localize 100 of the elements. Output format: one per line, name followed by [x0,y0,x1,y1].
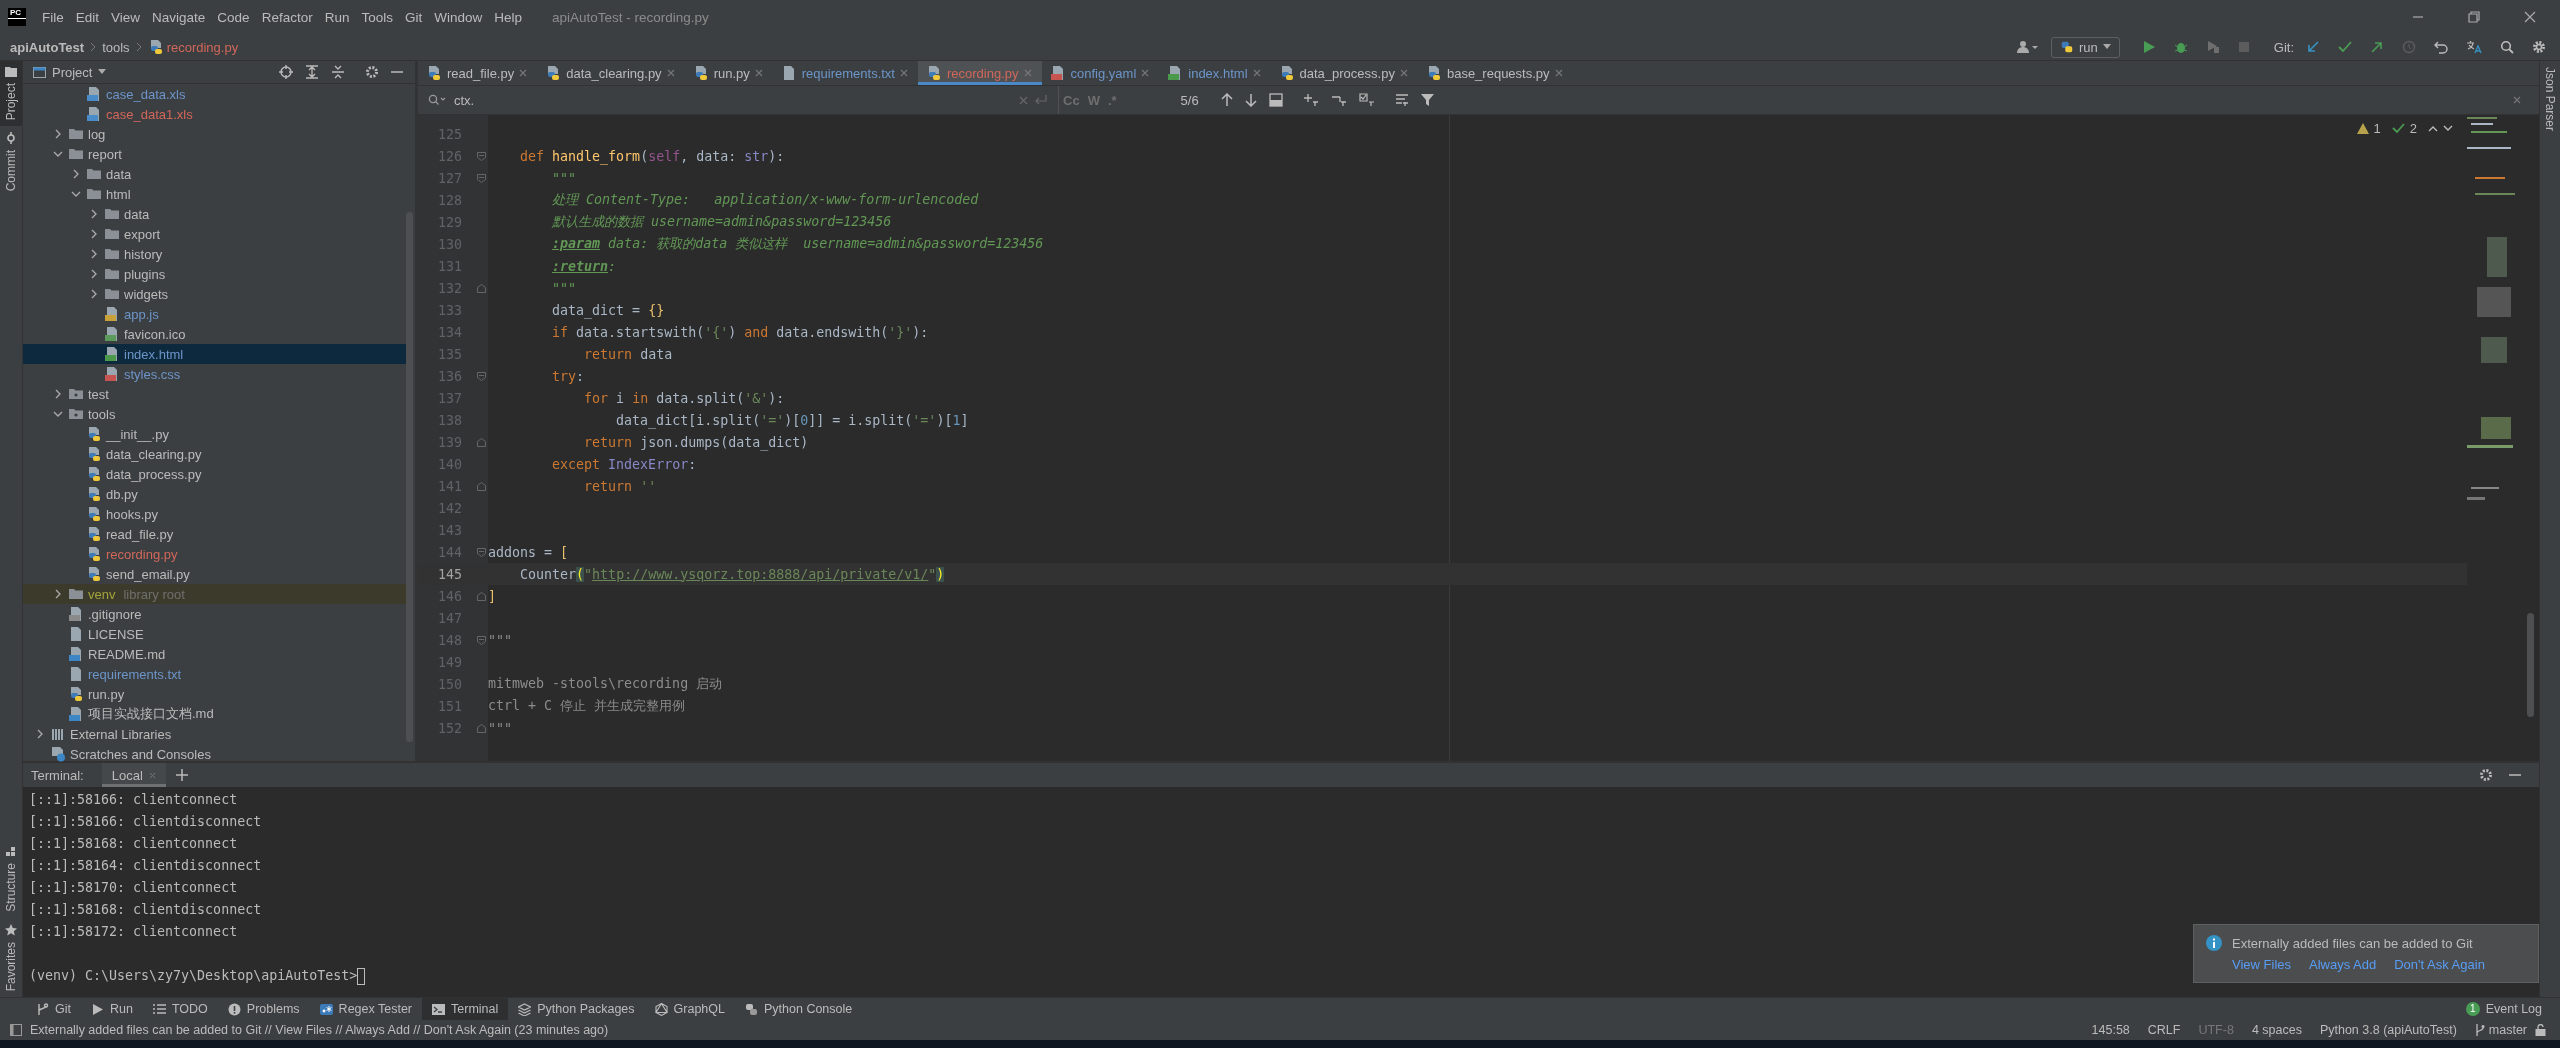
notification-link[interactable]: Don't Ask Again [2394,957,2485,972]
tree-item[interactable]: recording.py [23,544,406,564]
status-item[interactable]: CRLF [2147,1023,2181,1037]
editor-tab[interactable]: base_requests.py [1417,61,1573,85]
close-icon[interactable] [1141,69,1150,77]
tool-window-button[interactable]: Terminal [422,998,509,1020]
tree-item[interactable]: run.py [23,684,406,704]
tree-item[interactable]: hooks.py [23,504,406,524]
tree-item[interactable]: report [23,144,406,164]
chevron-icon[interactable] [89,289,99,299]
tool-window-tab[interactable]: Commit [0,126,22,198]
tree-item[interactable]: 项目实战接口文档.md [23,704,406,724]
close-icon[interactable] [899,69,908,77]
chevron-icon[interactable] [53,409,63,419]
chevron-icon[interactable] [53,389,63,399]
arrow-icon[interactable] [2370,40,2384,54]
tree-item[interactable]: LICENSE [23,624,406,644]
menu-item[interactable]: Tools [355,9,399,25]
tree-item[interactable]: data_clearing.py [23,444,406,464]
tree-item[interactable]: export [23,224,406,244]
editor-tab[interactable]: requirements.txt [772,61,918,85]
tree-item[interactable]: tools [23,404,406,424]
chevron-up-icon[interactable] [2428,125,2438,132]
tool-window-tab[interactable]: Structure [0,840,22,918]
notification-link[interactable]: View Files [2232,957,2291,972]
tool-window-tab[interactable]: Json Parser [2543,67,2557,132]
fold-icon[interactable] [476,723,486,733]
editor-tab[interactable]: run.py [684,61,773,85]
window-icon[interactable] [1268,93,1283,107]
tree-item[interactable]: test [23,384,406,404]
tree-item[interactable]: README.md [23,644,406,664]
tree-item[interactable]: __init__.py [23,424,406,444]
menu-item[interactable]: Code [211,9,256,25]
tree-item[interactable]: db.py [23,484,406,504]
settings-icon[interactable] [2479,768,2493,782]
crosshair-icon[interactable] [279,65,293,79]
fold-icon[interactable] [476,283,486,293]
tree-item[interactable]: favicon.ico [23,324,406,344]
translate-icon[interactable] [2466,40,2482,54]
editor-tab[interactable]: config.yaml [1041,61,1160,85]
panel-title-dropdown[interactable]: Project [33,64,107,80]
tree-item[interactable]: case_data1.xls [23,104,406,124]
tool-window-button[interactable]: Regex Tester [309,998,423,1020]
terminal-tab[interactable]: Local [101,763,166,787]
tree-item[interactable]: data [23,204,406,224]
restore-icon[interactable] [2468,11,2480,23]
status-message[interactable]: Externally added files can be added to Git // View Files // Always Add // Don't Ask Again (23 minutes ago) [30,1023,609,1037]
tool-window-tab[interactable]: Favorites [0,917,22,997]
fold-icon[interactable] [476,437,486,447]
breadcrumb-item[interactable]: recording.py [147,39,239,55]
settings-icon[interactable] [2532,40,2546,54]
undo-icon[interactable] [2434,40,2448,54]
settings-icon[interactable] [365,65,379,79]
scrollbar-thumb[interactable] [406,212,413,742]
play-icon[interactable] [2141,40,2156,54]
tree-item[interactable]: .gitignore [23,604,406,624]
tree-item[interactable]: Scratches and Consoles [23,744,406,764]
event-log-button[interactable]: 1 Event Log [2455,998,2552,1020]
select-all-icon[interactable] [1358,93,1375,107]
tool-window-button[interactable]: TODO [142,998,218,1020]
editor-tab[interactable]: data_process.py [1270,61,1418,85]
chevron-icon[interactable] [89,269,99,279]
arrow-down-icon[interactable] [1244,93,1257,107]
close-icon[interactable] [1399,69,1408,77]
editor-tab[interactable]: read_file.py [418,61,538,85]
panel-toggle-icon[interactable] [10,1024,22,1036]
chevron-icon[interactable] [89,229,99,239]
search-field[interactable]: ctx. [452,91,1013,109]
close-icon[interactable] [666,69,675,77]
tree-item[interactable]: html [23,184,406,204]
tree-item[interactable]: data [23,164,406,184]
arrow-icon[interactable] [2306,40,2320,54]
expand-all-icon[interactable] [305,65,319,79]
chevron-icon[interactable] [35,729,45,739]
tool-window-button[interactable]: Run [81,998,143,1020]
filter-icon[interactable] [1420,93,1434,107]
breadcrumb-item[interactable]: apiAutoTest [10,39,85,55]
arrow-up-icon[interactable] [1220,93,1233,107]
add-icon[interactable] [175,769,188,781]
tree-item[interactable]: history [23,244,406,264]
bug-icon[interactable] [2173,40,2188,54]
chevron-icon[interactable] [53,589,63,599]
breadcrumb-item[interactable]: tools [102,39,130,55]
chevron-down-icon[interactable] [2443,125,2453,132]
tree-item[interactable]: log [23,124,406,144]
tree-item[interactable]: styles.css [23,364,406,384]
tool-window-tab[interactable]: Project [0,61,22,127]
tree-item[interactable]: send_email.py [23,564,406,584]
menu-item[interactable]: Edit [69,9,106,25]
menu-item[interactable]: View [105,9,147,25]
fold-icon[interactable] [476,173,486,183]
tool-window-button[interactable]: Git [26,998,81,1020]
add-occurrence-icon[interactable] [1302,93,1319,107]
coverage-icon[interactable] [2205,40,2220,54]
filter-lines-icon[interactable] [1394,93,1409,107]
menu-item[interactable]: Git [398,9,429,25]
warning-count[interactable]: 1 [2373,121,2381,136]
tree-item[interactable]: venv library root [23,584,406,604]
menu-item[interactable]: File [36,9,70,25]
run-configuration-dropdown[interactable]: run [2050,36,2120,58]
